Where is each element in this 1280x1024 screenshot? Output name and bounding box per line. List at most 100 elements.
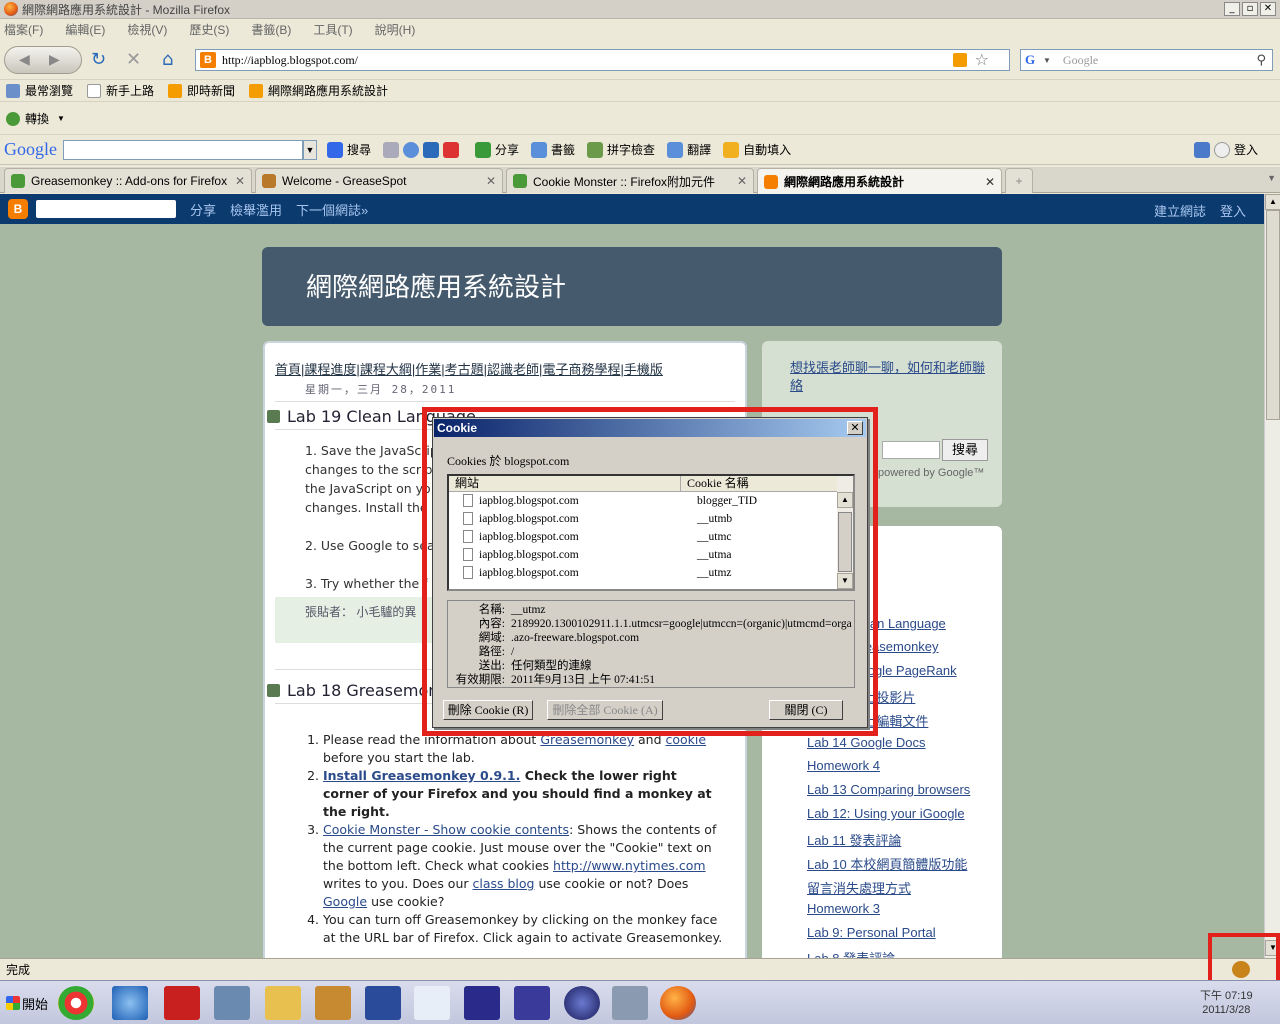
nav-syllabus[interactable]: 課程大綱	[360, 362, 412, 377]
back-forward-buttons[interactable]: ◀ ▶	[4, 46, 82, 74]
scroll-down-icon[interactable]: ▼	[837, 573, 853, 589]
sidebar-post-link[interactable]: Lab 12: Using your iGoogle	[807, 806, 965, 821]
sidebar-post-link[interactable]: Lab 9: Personal Portal	[807, 925, 936, 940]
rss-icon[interactable]	[953, 53, 967, 67]
app-icon[interactable]	[514, 986, 550, 1020]
new-tab-button[interactable]: +	[1005, 168, 1033, 193]
sidebar-post-link[interactable]: Homework 3	[807, 901, 880, 916]
app-icon[interactable]	[214, 986, 250, 1020]
url-bar[interactable]: B http://iapblog.blogspot.com/ ☆	[195, 49, 1010, 71]
firefox-taskbar-icon[interactable]	[660, 986, 696, 1020]
contact-teacher-link[interactable]: 想找張老師聊一聊，如何和老師聯絡	[790, 359, 990, 395]
blog-title[interactable]: 網際網路應用系統設計	[306, 267, 566, 304]
menu-file[interactable]: 檔案(F)	[4, 21, 43, 38]
gtb-translate-button[interactable]: 翻譯	[667, 141, 711, 158]
stop-icon[interactable]: ✕	[126, 50, 141, 70]
tab-greasespot[interactable]: Welcome - GreaseSpot ✕	[255, 168, 503, 193]
google-link[interactable]: Google	[323, 894, 367, 909]
cookie-monster-link[interactable]: Cookie Monster - Show cookie contents	[323, 822, 569, 837]
search-magnifier-icon[interactable]: ⚲	[1256, 52, 1266, 68]
url-text[interactable]: http://iapblog.blogspot.com/	[222, 53, 358, 68]
nav-ecommerce[interactable]: 電子商務學程	[542, 362, 620, 377]
table-row[interactable]: iapblog.blogspot.com __utmc	[463, 528, 843, 546]
dialog-close-icon[interactable]: ✕	[847, 421, 863, 435]
dev-cpp-icon[interactable]	[365, 986, 401, 1020]
bookmark-most-visited[interactable]: 最常瀏覽	[6, 82, 73, 99]
google-toolbar-dropdown[interactable]: ▼	[303, 139, 317, 160]
nytimes-link[interactable]: http://www.nytimes.com	[553, 858, 706, 873]
tab-close-icon[interactable]: ✕	[235, 174, 245, 188]
sidebar-search-button[interactable]: 搜尋	[942, 439, 988, 461]
sidebar-post-link[interactable]: 留言消失處理方式	[807, 878, 911, 897]
gtb-autofill-button[interactable]: 自動填入	[723, 141, 791, 158]
blogger-report-link[interactable]: 檢舉濫用	[230, 200, 282, 219]
maximize-button[interactable]: ▫	[1242, 2, 1258, 16]
start-button[interactable]: 開始	[2, 989, 52, 1017]
google-logo[interactable]: Google	[4, 139, 57, 160]
close-window-button[interactable]: ✕	[1260, 2, 1276, 16]
nav-home[interactable]: 首頁	[275, 362, 301, 377]
blogger-share-link[interactable]: 分享	[190, 200, 216, 219]
app-icon[interactable]	[315, 986, 351, 1020]
nav-homework[interactable]: 作業	[415, 362, 441, 377]
gtb-bookmarks-button[interactable]: 書籤	[531, 141, 575, 158]
sidebar-post-link[interactable]: Lab 8 發表評論	[807, 948, 895, 958]
menu-bookmarks[interactable]: 書籤(B)	[251, 21, 291, 38]
search-input[interactable]: Google	[1063, 53, 1098, 68]
create-blog-link[interactable]: 建立網誌	[1154, 201, 1206, 220]
blogger-search-input[interactable]	[36, 200, 176, 218]
table-row[interactable]: iapblog.blogspot.com blogger_TID	[463, 492, 843, 510]
nav-mobile[interactable]: 手機版	[624, 362, 663, 377]
google-engine-icon[interactable]: G	[1025, 52, 1041, 68]
menu-edit[interactable]: 編輯(E)	[65, 21, 105, 38]
clock[interactable]: 下午 07:19 2011/3/28	[1200, 989, 1253, 1017]
folder-icon[interactable]	[265, 986, 301, 1020]
nav-progress[interactable]: 課程進度	[304, 362, 356, 377]
gtb-share-button[interactable]: 分享	[475, 141, 519, 158]
sidebar-post-link[interactable]: Lab 14 Google Docs	[807, 735, 926, 750]
tab-close-icon[interactable]: ✕	[737, 174, 747, 188]
page-scrollbar[interactable]: ▲ ▼	[1264, 194, 1280, 958]
delete-all-cookies-button[interactable]: 刪除全部 Cookie (A)	[547, 700, 663, 720]
blogger-signin-link[interactable]: 登入	[1220, 201, 1246, 220]
tab-greasemonkey-addons[interactable]: Greasemonkey :: Add-ons for Firefox ✕	[4, 168, 252, 193]
delete-cookie-button[interactable]: 刪除 Cookie (R)	[443, 700, 533, 720]
nav-teacher[interactable]: 認識老師	[487, 362, 539, 377]
cookie-table-scrollbar[interactable]: ▲ ▼	[837, 476, 853, 589]
chrome-icon[interactable]	[58, 986, 94, 1020]
tab-close-icon[interactable]: ✕	[985, 175, 995, 189]
forward-arrow-icon[interactable]: ▶	[49, 52, 60, 68]
back-arrow-icon[interactable]: ◀	[19, 52, 30, 68]
hsp-ui-icon[interactable]	[414, 986, 450, 1020]
reload-icon[interactable]: ↻	[91, 50, 106, 70]
gtb-signin-button[interactable]: 登入	[1193, 141, 1258, 158]
sidebar-post-link[interactable]: Lab 11 發表評論	[807, 830, 901, 849]
blogger-next-blog-link[interactable]: 下一個網誌»	[296, 200, 368, 219]
nav-exams[interactable]: 考古題	[445, 362, 484, 377]
google-toolbar-search-input[interactable]	[63, 139, 303, 160]
internet-explorer-icon[interactable]	[112, 986, 148, 1020]
home-icon[interactable]: ⌂	[162, 50, 173, 70]
bookmark-latest-news[interactable]: 即時新聞	[168, 82, 235, 99]
app-icon[interactable]	[612, 986, 648, 1020]
tab-iap-blog[interactable]: 網際網路應用系統設計 ✕	[757, 168, 1002, 194]
sidebar-search-input[interactable]	[882, 441, 940, 459]
tab-list-icon[interactable]: ▼	[1267, 173, 1276, 183]
minimize-button[interactable]: _	[1224, 2, 1240, 16]
gtb-search-button[interactable]: 搜尋	[327, 141, 371, 158]
menu-tools[interactable]: 工具(T)	[313, 21, 352, 38]
filezilla-icon[interactable]	[164, 986, 200, 1020]
table-row[interactable]: iapblog.blogspot.com __utmb	[463, 510, 843, 528]
sidebar-post-link[interactable]: Lab 10 本校網頁簡體版功能	[807, 854, 967, 873]
table-row[interactable]: iapblog.blogspot.com __utma	[463, 546, 843, 564]
bookmark-star-icon[interactable]: ☆	[975, 50, 989, 70]
sidebar-post-link[interactable]: Homework 4	[807, 758, 880, 773]
convert-button[interactable]: 轉換 ▼	[6, 110, 65, 127]
bookmark-iap-blog[interactable]: 網際網路應用系統設計	[249, 82, 388, 99]
menu-history[interactable]: 歷史(S)	[189, 21, 229, 38]
menu-help[interactable]: 說明(H)	[375, 21, 416, 38]
scroll-up-icon[interactable]: ▲	[1265, 194, 1280, 210]
gtb-spellcheck-button[interactable]: 拼字檢查	[587, 141, 655, 158]
scroll-thumb[interactable]	[1266, 210, 1280, 420]
menu-view[interactable]: 檢視(V)	[127, 21, 167, 38]
